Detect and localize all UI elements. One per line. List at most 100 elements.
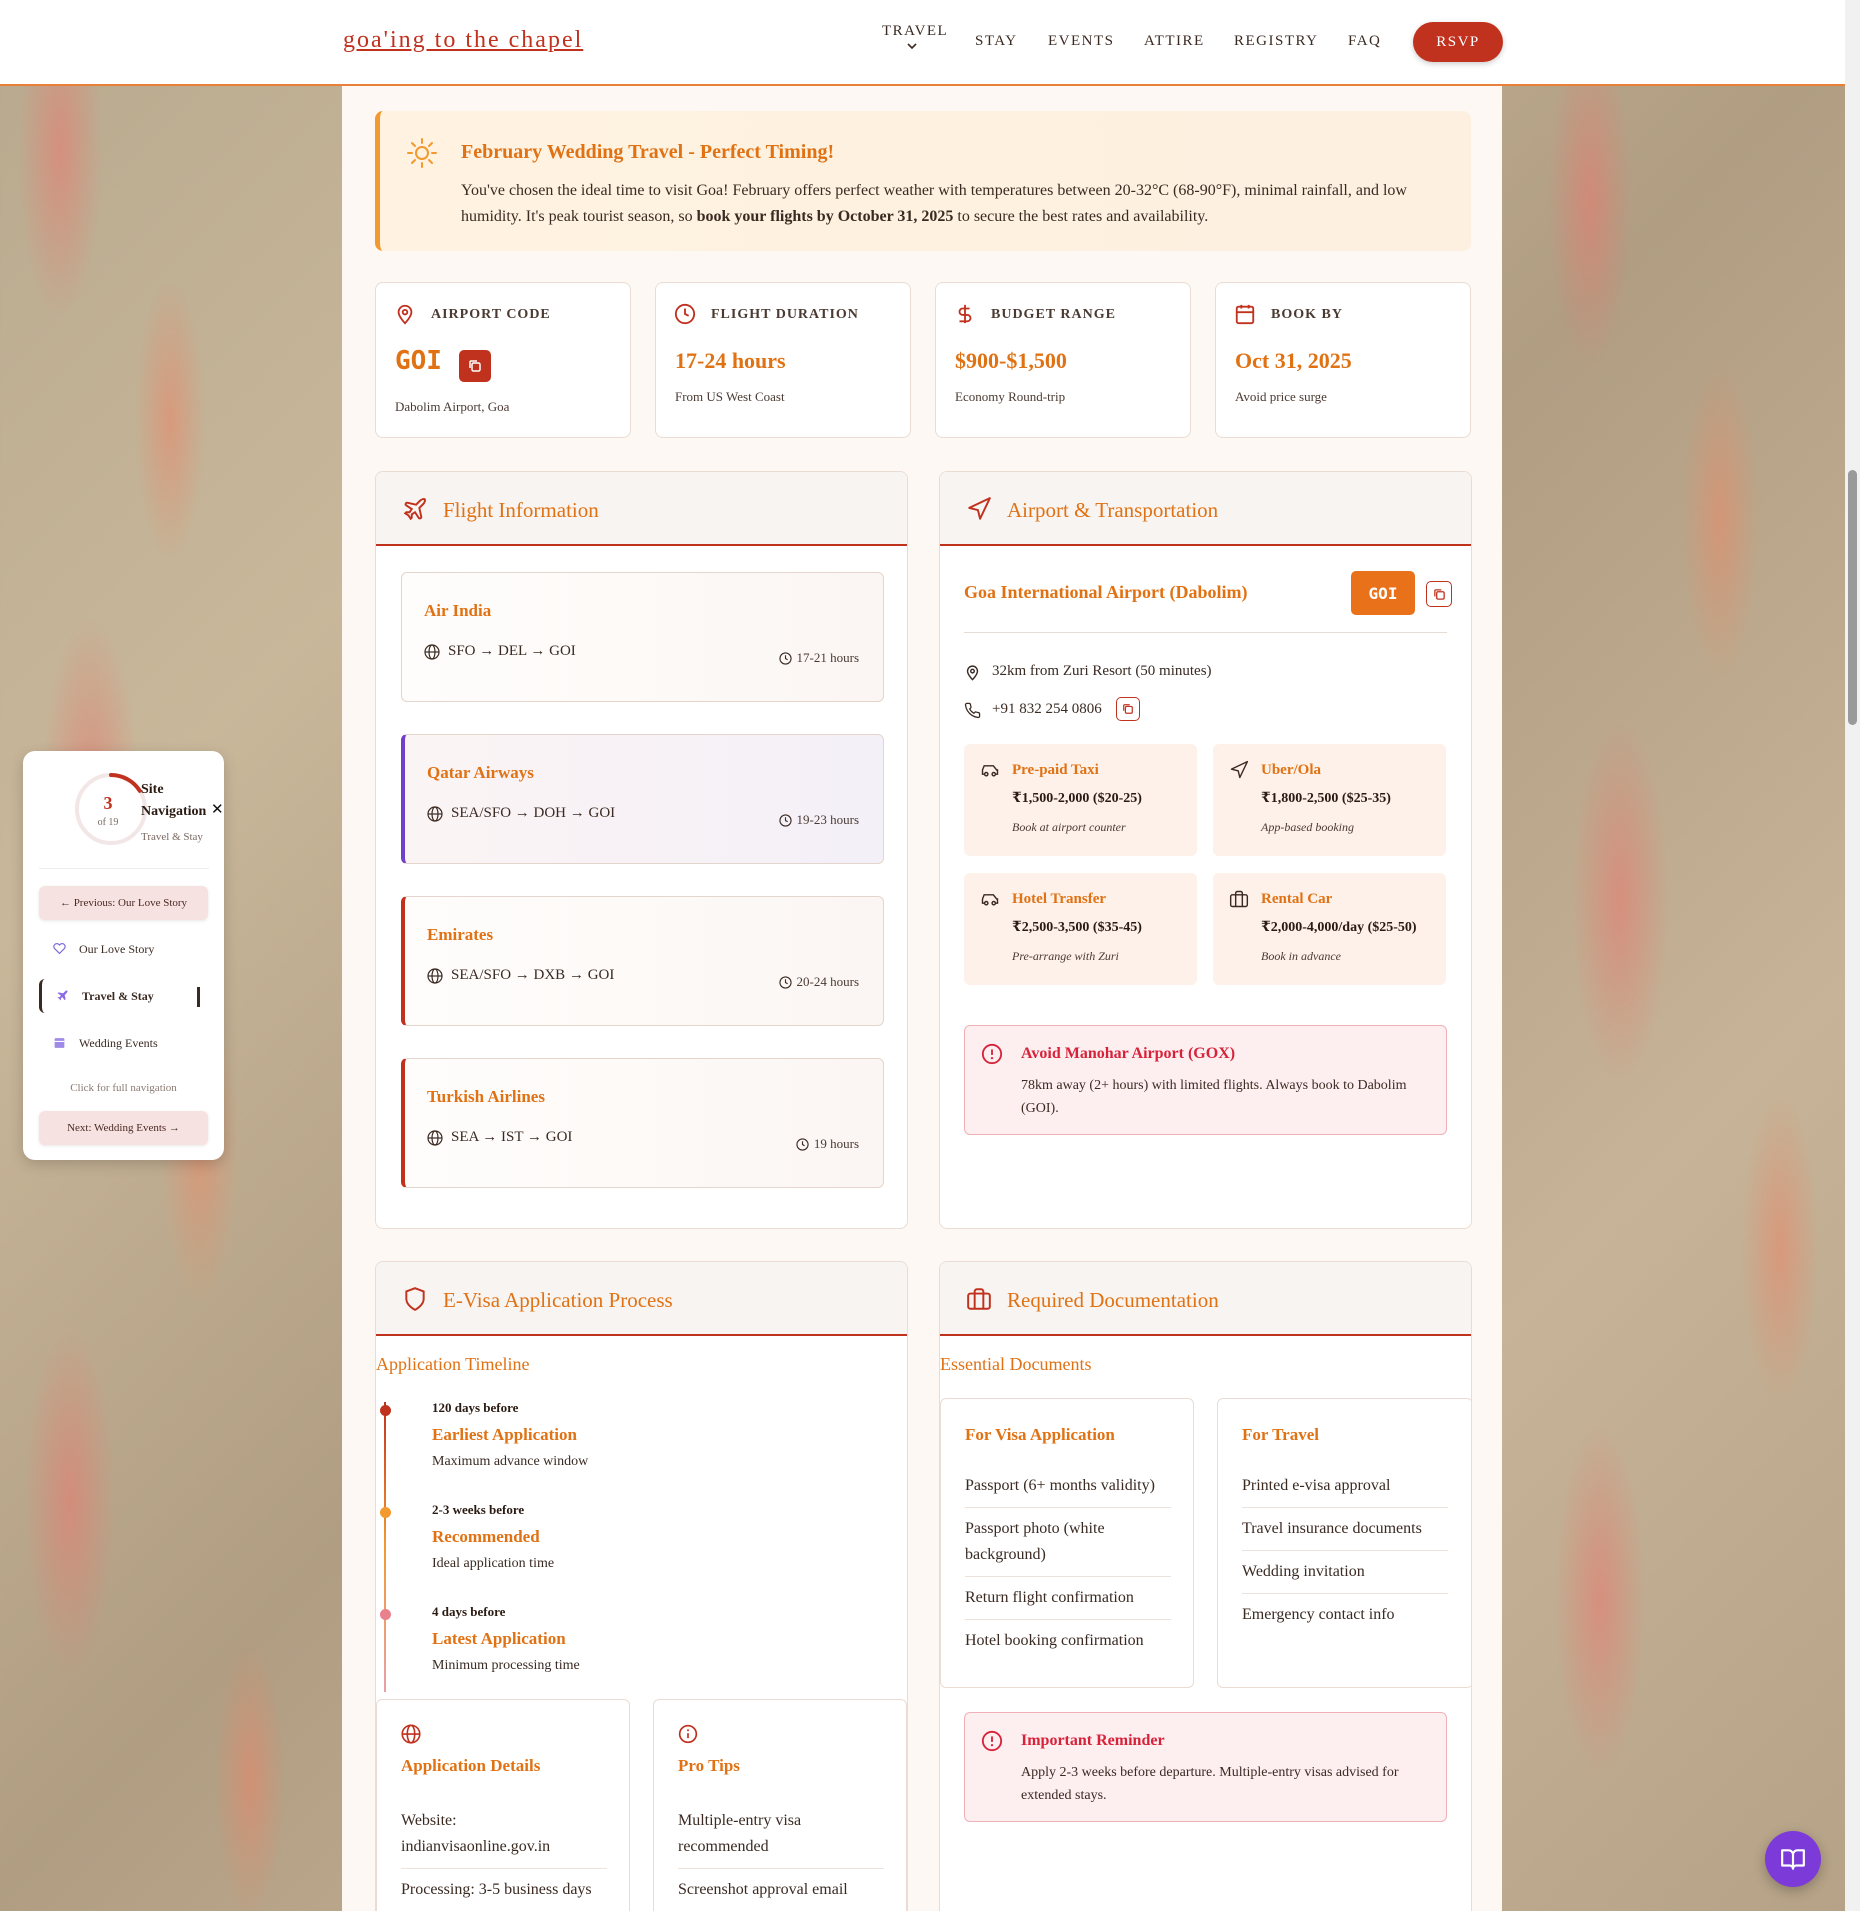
previous-page-button[interactable]: ← Previous: Our Love Story [39, 886, 208, 920]
timeline-when: 2-3 weeks before [432, 1502, 525, 1517]
list-item: Printed e-visa approval [1242, 1465, 1448, 1508]
travel-documents-card: For Travel Printed e-visa approval Trave… [1217, 1398, 1471, 1688]
stat-sub: Avoid price surge [1235, 389, 1327, 404]
flight-duration: 19 hours [796, 1136, 859, 1152]
navigation-hint: Click for full navigation [70, 1082, 177, 1094]
airline-name: Qatar Airways [427, 763, 534, 782]
list-item: Multiple-entry visa recommended [678, 1800, 884, 1869]
next-page-button[interactable]: Next: Wedding Events → [39, 1111, 208, 1145]
flight-route: SEA → IST → GOI [451, 1129, 573, 1145]
nav-item-our-love-story[interactable]: Our Love Story [39, 932, 208, 966]
plane-icon [57, 990, 68, 1001]
alert-title: Important Reminder [1021, 1732, 1165, 1749]
airport-name: Goa International Airport (Dabolim) [964, 582, 1248, 602]
globe-icon [427, 806, 443, 822]
calendar-icon [1235, 304, 1255, 325]
banner-title: February Wedding Travel - Perfect Timing… [461, 141, 835, 163]
nav-events[interactable]: EVENTS [1048, 33, 1115, 50]
stat-sub: Economy Round-trip [955, 389, 1066, 404]
nav-item-travel-stay[interactable]: Travel & Stay [39, 979, 208, 1013]
alert-text: Apply 2-3 weeks before departure. Multip… [1021, 1765, 1399, 1803]
airline-name: Turkish Airlines [427, 1087, 545, 1106]
clock-icon [778, 813, 792, 827]
flight-duration: 19-23 hours [778, 812, 859, 828]
timeline-when: 4 days before [432, 1604, 506, 1619]
map-pin-icon [397, 304, 413, 325]
nav-registry[interactable]: REGISTRY [1234, 33, 1319, 50]
panel-title: Required Documentation [1007, 1288, 1219, 1312]
details-list: Website: indianvisaonline.gov.in Process… [401, 1800, 607, 1911]
flight-duration: 17-21 hours [778, 650, 859, 666]
flight-route: SEA/SFO → DXB → GOI [451, 967, 615, 983]
copy-phone-button[interactable] [1116, 697, 1140, 721]
stat-sub: From US West Coast [675, 389, 785, 404]
scrollbar-thumb[interactable] [1848, 470, 1857, 725]
briefcase-icon [1229, 890, 1249, 908]
panel-header: Airport & Transportation [940, 472, 1471, 546]
card-title: For Travel [1242, 1425, 1319, 1444]
nav-attire[interactable]: ATTIRE [1144, 33, 1205, 50]
alert-circle-icon [981, 1043, 1003, 1065]
documents-heading: Essential Documents [940, 1354, 1092, 1374]
flight-duration: 20-24 hours [778, 974, 859, 990]
current-page-number: 3 [103, 793, 113, 813]
flight-card[interactable]: Emirates SEA/SFO → DXB → GOI 20-24 hours [401, 896, 884, 1026]
panel-title: Airport & Transportation [1007, 498, 1219, 522]
timeline-desc: Ideal application time [432, 1556, 555, 1571]
book-open-icon [1781, 1849, 1805, 1870]
list-item: Passport (6+ months validity) [965, 1465, 1171, 1508]
travel-timing-banner: February Wedding Travel - Perfect Timing… [375, 111, 1471, 251]
book-open-button[interactable] [1765, 1831, 1821, 1887]
timeline-dot [380, 1507, 391, 1518]
chevron-down-icon[interactable] [906, 40, 918, 52]
nav-item-wedding-events[interactable]: Wedding Events [39, 1026, 208, 1060]
navigation-icon [968, 497, 991, 520]
clock-icon [796, 1137, 809, 1151]
car-icon [981, 894, 999, 906]
flight-card[interactable]: Qatar Airways SEA/SFO → DOH → GOI 19-23 … [401, 734, 884, 864]
transport-note: App-based booking [1261, 820, 1354, 834]
panel-header: Required Documentation [940, 1262, 1471, 1336]
copy-icon [1433, 588, 1445, 600]
copy-code-button[interactable] [1426, 581, 1452, 607]
airport-phone[interactable]: +91 832 254 0806 [992, 701, 1102, 718]
stat-label: AIRPORT CODE [431, 307, 551, 322]
transport-title: Hotel Transfer [1012, 891, 1107, 907]
stat-label: FLIGHT DURATION [711, 307, 859, 322]
rsvp-button[interactable]: RSVP [1413, 22, 1503, 62]
globe-icon [427, 1130, 443, 1146]
close-icon[interactable]: ✕ [211, 800, 224, 818]
nav-travel[interactable]: TRAVEL [882, 23, 948, 40]
timeline-dot [380, 1609, 391, 1620]
map-pin-icon [966, 665, 979, 681]
card-title: Application Details [401, 1756, 541, 1775]
plane-icon [403, 498, 426, 521]
flight-card[interactable]: Air India SFO → DEL → GOI 17-21 hours [401, 572, 884, 702]
alert-title: Avoid Manohar Airport (GOX) [1021, 1045, 1236, 1062]
stat-budget-range: BUDGET RANGE $900-$1,500 Economy Round-t… [935, 282, 1191, 438]
flight-card[interactable]: Turkish Airlines SEA → IST → GOI 19 hour… [401, 1058, 884, 1188]
page-scrollbar[interactable] [1845, 0, 1860, 1911]
panel-title: E-Visa Application Process [443, 1288, 673, 1312]
list-item: Travel insurance documents [1242, 1508, 1448, 1551]
navigation-icon [1230, 760, 1249, 779]
transport-title: Rental Car [1261, 891, 1333, 907]
alert-circle-icon [981, 1730, 1003, 1752]
stat-value: GOI [395, 346, 442, 376]
copy-code-button[interactable] [459, 350, 491, 382]
copy-icon [1123, 704, 1133, 714]
stat-label: BUDGET RANGE [991, 307, 1116, 322]
banner-text: You've chosen the ideal time to visit Go… [461, 182, 1407, 225]
stat-value: Oct 31, 2025 [1235, 348, 1352, 373]
timeline-desc: Minimum processing time [432, 1658, 580, 1673]
site-navigation-widget[interactable]: 3 of 19 Site Navigation Travel & Stay ✕ … [23, 751, 224, 1160]
list-item: Hotel booking confirmation [965, 1632, 1144, 1649]
airport-code-badge: GOI [1351, 571, 1415, 615]
brand-link[interactable]: goa'ing to the chapel [343, 27, 583, 54]
nav-faq[interactable]: FAQ [1348, 33, 1381, 50]
info-icon [678, 1724, 698, 1744]
documentation-panel: Required Documentation Essential Documen… [939, 1261, 1472, 1911]
nav-stay[interactable]: STAY [975, 33, 1018, 50]
clock-icon [674, 303, 696, 325]
flight-route: SFO → DEL → GOI [448, 643, 576, 659]
